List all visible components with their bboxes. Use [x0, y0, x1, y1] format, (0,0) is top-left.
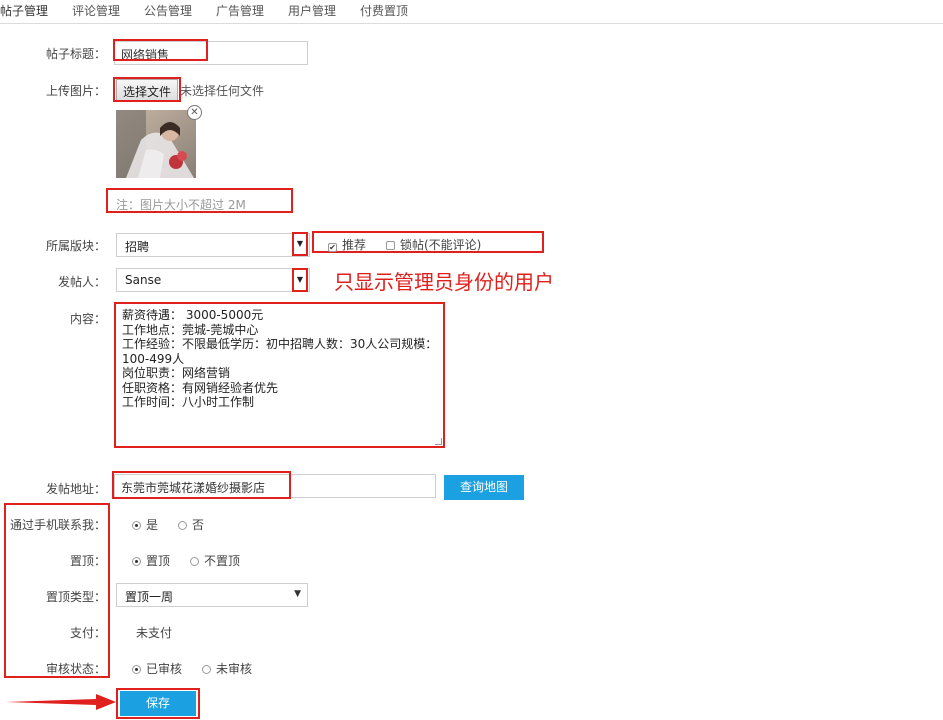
- tab-announcements[interactable]: 公告管理: [144, 2, 192, 19]
- top-type-select[interactable]: 置顶一周 ▼: [116, 583, 308, 607]
- reviewed-label: 已审核: [146, 662, 183, 676]
- file-button-highlight: [113, 77, 181, 102]
- radio-empty-icon: [178, 521, 187, 530]
- pointer-arrow-icon: [6, 694, 116, 710]
- poster-select-value: Sanse: [125, 273, 162, 287]
- reviewed-radio[interactable]: 已审核: [132, 660, 182, 677]
- content-textarea[interactable]: 薪资待遇： 3000-5000元 工作地点：莞城-莞城中心 工作经验：不限最低学…: [114, 302, 445, 448]
- content-label: 内容：: [69, 312, 106, 326]
- contact-label: 通过手机联系我：: [9, 518, 106, 532]
- payment-status: 未支付: [136, 626, 173, 640]
- top-no-radio[interactable]: 不置顶: [190, 552, 240, 569]
- content-line: 岗位职责：网络营销: [122, 366, 231, 380]
- checkbox-empty-icon: [386, 241, 395, 250]
- content-line: 工作时间：八小时工作制: [122, 395, 255, 409]
- top-no-label: 不置顶: [204, 554, 241, 568]
- lock-post-checkbox[interactable]: 锁帖(不能评论): [386, 236, 481, 253]
- payment-label: 支付：: [69, 626, 106, 640]
- content-line: 任职资格：有网销经验者优先: [122, 380, 279, 395]
- unreviewed-radio[interactable]: 未审核: [202, 660, 252, 677]
- tab-users[interactable]: 用户管理: [288, 2, 336, 19]
- address-highlight: [112, 471, 291, 499]
- unreviewed-label: 未审核: [216, 662, 253, 676]
- tab-ads[interactable]: 广告管理: [216, 2, 264, 19]
- radio-selected-icon: [132, 557, 141, 566]
- title-highlight: [113, 39, 208, 61]
- radio-empty-icon: [190, 557, 199, 566]
- upload-size-note: 注：图片大小不超过 2M: [116, 198, 246, 212]
- content-line: 工作经验：不限最低学历：初中招聘人数：30人公司规模：: [122, 337, 438, 351]
- poster-annotation: 只显示管理员身份的用户: [334, 270, 554, 294]
- contact-no-label: 否: [192, 518, 205, 532]
- contact-no-radio[interactable]: 否: [178, 516, 204, 533]
- upload-label: 上传图片：: [45, 84, 106, 98]
- recommend-label: 推荐: [342, 238, 367, 252]
- poster-select[interactable]: Sanse: [116, 268, 310, 292]
- poster-label: 发帖人：: [57, 275, 106, 289]
- content-line: 工作地点：莞城-莞城中心: [122, 322, 259, 337]
- radio-selected-icon: [132, 665, 141, 674]
- radio-selected-icon: [132, 521, 141, 530]
- section-select[interactable]: 招聘: [116, 233, 310, 257]
- resize-handle-icon[interactable]: [435, 438, 442, 445]
- address-label: 发帖地址：: [45, 482, 106, 496]
- dropdown-caret-icon: ▼: [294, 589, 301, 599]
- tab-bar: 帖子管理 评论管理 公告管理 广告管理 用户管理 付费置顶: [0, 0, 943, 24]
- radio-empty-icon: [202, 665, 211, 674]
- section-label: 所属版块：: [45, 239, 106, 253]
- content-line: 薪资待遇： 3000-5000元: [122, 308, 264, 322]
- section-dropdown-caret-icon[interactable]: ▼: [292, 232, 308, 256]
- remove-image-icon[interactable]: ✕: [187, 105, 202, 120]
- content-line: 100-499人: [122, 351, 185, 366]
- save-button[interactable]: 保存: [120, 691, 196, 716]
- tab-comments[interactable]: 评论管理: [72, 2, 120, 19]
- contact-yes-radio[interactable]: 是: [132, 516, 158, 533]
- map-search-button[interactable]: 查询地图: [444, 475, 524, 500]
- contact-yes-label: 是: [146, 518, 159, 532]
- review-label: 审核状态：: [45, 662, 106, 676]
- recommend-checkbox[interactable]: ✔ 推荐: [328, 236, 366, 253]
- top-type-select-value: 置顶一周: [125, 590, 174, 604]
- tab-posts[interactable]: 帖子管理: [0, 2, 48, 19]
- checkbox-checked-icon: ✔: [328, 243, 337, 252]
- top-yes-label: 置顶: [146, 554, 171, 568]
- uploaded-image-thumbnail: [116, 110, 196, 178]
- top-type-label: 置顶类型：: [45, 590, 106, 604]
- tab-paid-top[interactable]: 付费置顶: [360, 2, 408, 19]
- lock-post-label: 锁帖(不能评论): [400, 238, 482, 252]
- top-label: 置顶：: [69, 554, 106, 568]
- poster-dropdown-caret-icon[interactable]: ▼: [292, 268, 308, 292]
- title-label: 帖子标题：: [45, 47, 106, 61]
- file-status: 未选择任何文件: [180, 84, 265, 98]
- top-yes-radio[interactable]: 置顶: [132, 552, 170, 569]
- section-select-value: 招聘: [125, 240, 150, 254]
